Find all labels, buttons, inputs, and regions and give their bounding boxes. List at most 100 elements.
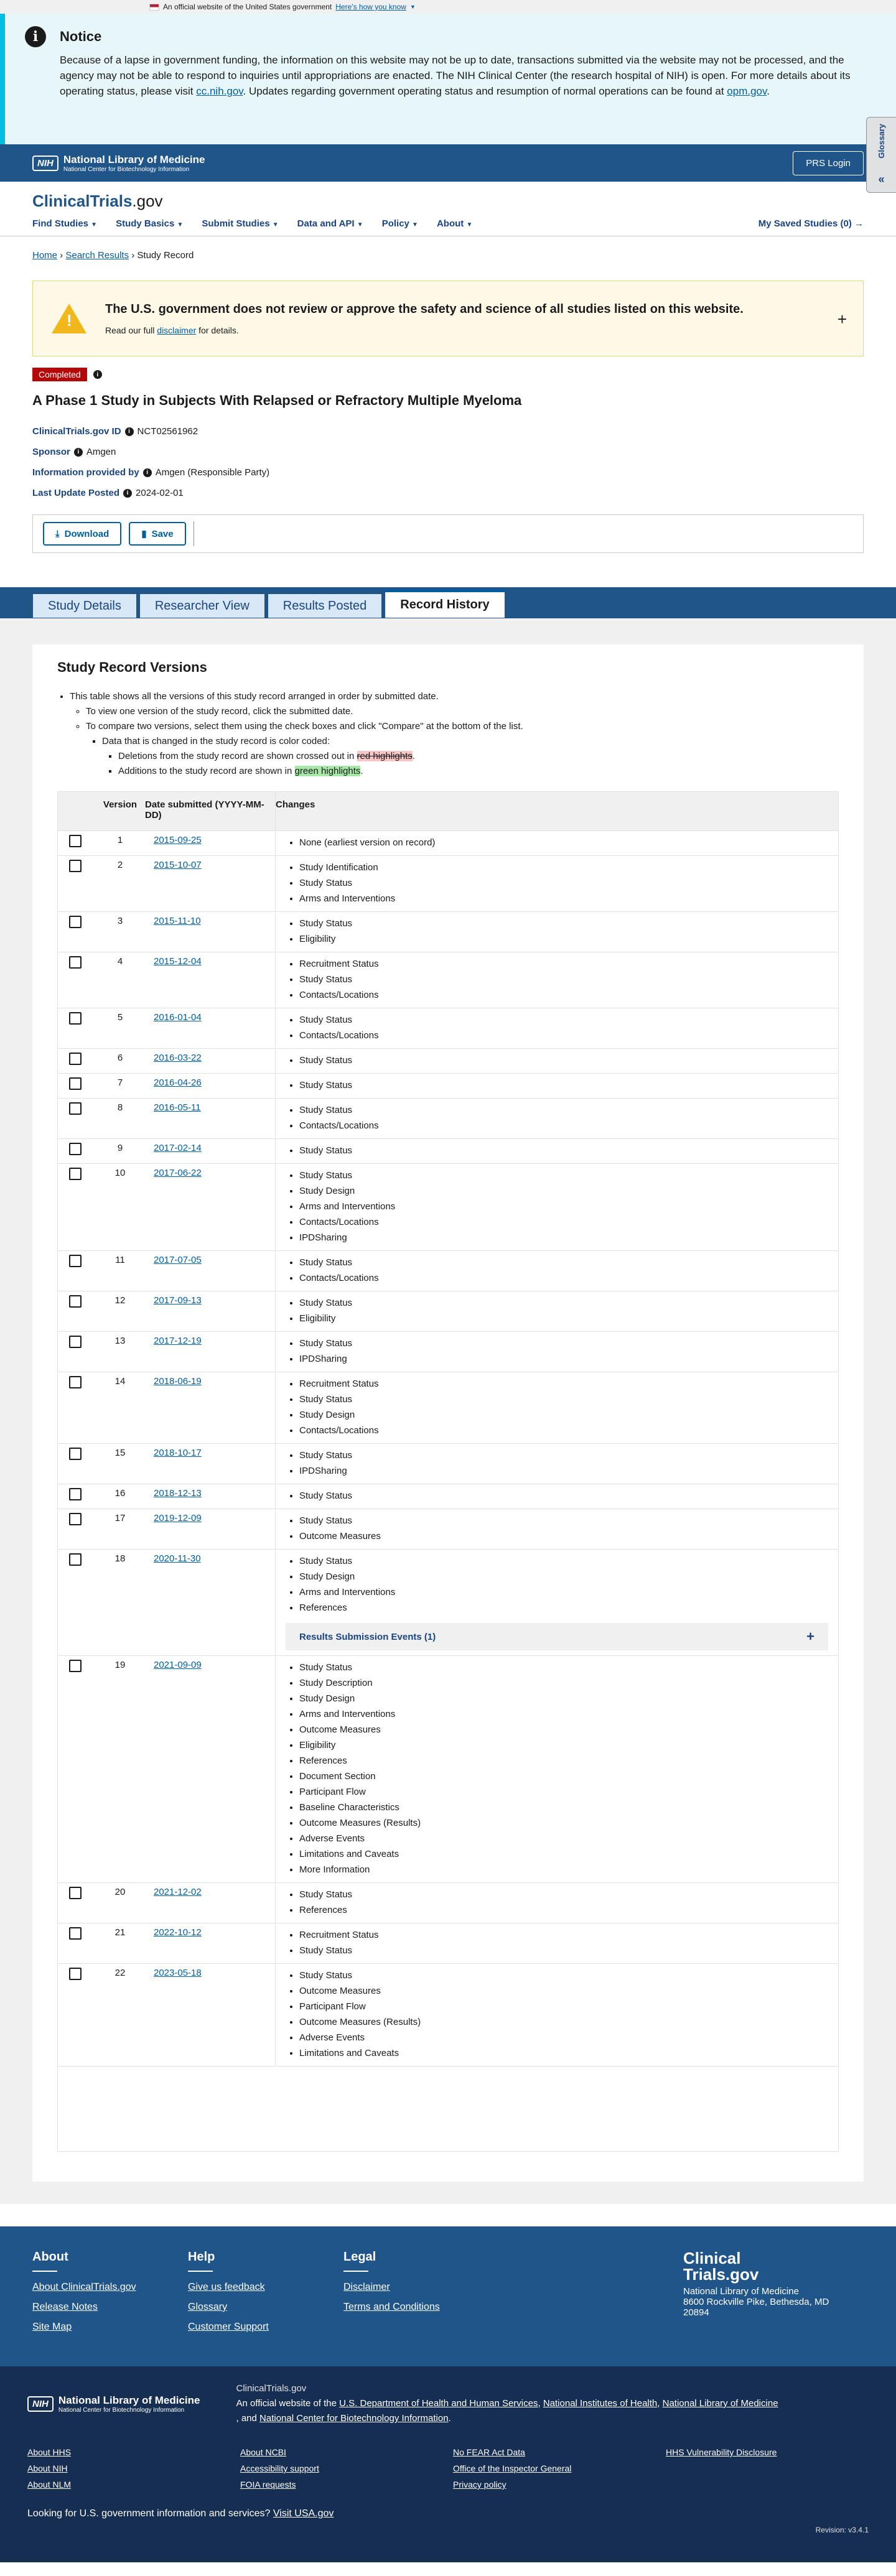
compare-checkbox[interactable] [69,1012,82,1025]
compare-checkbox[interactable] [69,860,82,872]
version-date-link[interactable]: 2016-04-26 [154,1077,202,1088]
agency-link[interactable]: Office of the Inspector General [453,2463,666,2473]
info-icon[interactable]: i [142,468,152,477]
version-date-link[interactable]: 2016-05-11 [154,1102,201,1113]
compare-checkbox[interactable] [69,1660,82,1672]
agency-link[interactable]: Accessibility support [240,2463,453,2473]
opm-link[interactable]: opm.gov [727,85,767,97]
results-submission-events[interactable]: Results Submission Events (1) + [286,1623,828,1650]
change-item: Participant Flow [299,1999,828,2014]
version-date-link[interactable]: 2022-10-12 [154,1927,202,1938]
compare-checkbox[interactable] [69,1168,82,1180]
compare-checkbox[interactable] [69,1513,82,1525]
nav-submit-studies[interactable]: Submit Studies ▼ [202,218,278,229]
tab-results-posted[interactable]: Results Posted [267,593,383,618]
agency-link[interactable]: About NCBI [240,2447,453,2457]
version-date-link[interactable]: 2018-10-17 [154,1448,202,1458]
compare-checkbox[interactable] [69,1448,82,1460]
footer-link[interactable]: About ClinicalTrials.gov [32,2282,188,2293]
tab-researcher-view[interactable]: Researcher View [139,593,265,618]
breadcrumb-home[interactable]: Home [32,250,57,261]
info-icon[interactable]: i [123,488,133,498]
compare-checkbox[interactable] [69,1295,82,1308]
save-button[interactable]: ▮ Save [129,522,186,546]
version-date-link[interactable]: 2016-03-22 [154,1053,202,1063]
compare-checkbox[interactable] [69,1255,82,1267]
tab-study-details[interactable]: Study Details [32,593,137,618]
usa-gov-link[interactable]: Visit USA.gov [273,2508,334,2519]
compare-checkbox[interactable] [69,835,82,847]
version-date-link[interactable]: 2017-02-14 [154,1143,202,1153]
breadcrumb-search-results[interactable]: Search Results [65,250,129,261]
footer-link[interactable]: Glossary [188,2302,343,2313]
nlm-link[interactable]: National Library of Medicine [663,2398,778,2409]
compare-checkbox[interactable] [69,1553,82,1566]
agency-link[interactable]: No FEAR Act Data [453,2447,666,2457]
version-date-link[interactable]: 2015-12-04 [154,956,202,967]
version-date-link[interactable]: 2017-07-05 [154,1255,202,1265]
footer-link[interactable]: Terms and Conditions [343,2302,499,2313]
footer-link[interactable]: Release Notes [32,2302,188,2313]
glossary-tab[interactable]: Glossary « [866,117,896,193]
ncbi-link[interactable]: National Center for Biotechnology Inform… [259,2413,449,2424]
compare-checkbox[interactable] [69,916,82,928]
nav-find-studies[interactable]: Find Studies ▼ [32,218,97,229]
info-icon[interactable]: i [124,427,134,436]
version-date-link[interactable]: 2015-09-25 [154,835,202,845]
compare-checkbox[interactable] [69,1488,82,1500]
version-date-link[interactable]: 2019-12-09 [154,1513,202,1523]
version-date-link[interactable]: 2015-11-10 [154,916,201,926]
version-date-link[interactable]: 2017-12-19 [154,1336,202,1346]
version-date-link[interactable]: 2015-10-07 [154,860,202,870]
version-date-link[interactable]: 2023-05-18 [154,1968,202,1978]
compare-checkbox[interactable] [69,956,82,969]
footer-link[interactable]: Disclaimer [343,2282,499,2293]
version-date-link[interactable]: 2021-12-02 [154,1887,202,1897]
agency-link[interactable]: About HHS [27,2447,240,2457]
tab-record-history[interactable]: Record History [385,590,505,618]
compare-checkbox[interactable] [69,1143,82,1155]
version-date-link[interactable]: 2018-06-19 [154,1376,202,1387]
info-icon[interactable]: i [73,447,83,457]
info-icon[interactable]: i [93,370,102,379]
version-date-link[interactable]: 2017-06-22 [154,1168,202,1178]
compare-checkbox[interactable] [69,1887,82,1899]
prs-login-button[interactable]: PRS Login [793,151,864,175]
disclaimer-link[interactable]: disclaimer [157,325,196,335]
download-button[interactable]: ⤓ Download [43,522,122,546]
nav-policy[interactable]: Policy ▼ [382,218,418,229]
nav-data-api[interactable]: Data and API ▼ [297,218,363,229]
change-item: Study Design [299,1183,828,1199]
agency-link[interactable]: About NLM [27,2480,240,2490]
compare-checkbox[interactable] [69,1053,82,1065]
saved-studies-link[interactable]: My Saved Studies (0) → [758,218,864,229]
expand-icon[interactable]: + [838,310,847,329]
nav-about[interactable]: About ▼ [437,218,472,229]
agency-link[interactable]: HHS Vulnerability Disclosure [666,2447,879,2457]
compare-checkbox[interactable] [69,1336,82,1348]
compare-checkbox[interactable] [69,1376,82,1388]
version-date-link[interactable]: 2021-09-09 [154,1660,202,1670]
heres-how-you-know-link[interactable]: Here's how you know [335,2,406,11]
agency-link[interactable]: Privacy policy [453,2480,666,2490]
nlm-logo[interactable]: NIH National Library of Medicine National… [32,154,205,173]
compare-checkbox[interactable] [69,1927,82,1940]
site-logo[interactable]: ClinicalTrials.gov [32,192,864,211]
footer-link[interactable]: Give us feedback [188,2282,343,2293]
footer-link[interactable]: Customer Support [188,2322,343,2333]
nav-study-basics[interactable]: Study Basics ▼ [116,218,183,229]
version-date-link[interactable]: 2020-11-30 [154,1553,201,1564]
hhs-link[interactable]: U.S. Department of Health and Human Serv… [339,2398,538,2409]
nlm-footer-logo[interactable]: NIH National Library of Medicine National… [27,2381,200,2426]
version-date-link[interactable]: 2017-09-13 [154,1295,202,1306]
agency-link[interactable]: FOIA requests [240,2480,453,2490]
agency-link[interactable]: About NIH [27,2463,240,2473]
cc-nih-link[interactable]: cc.nih.gov [196,85,243,97]
footer-link[interactable]: Site Map [32,2322,188,2333]
compare-checkbox[interactable] [69,1102,82,1115]
version-date-link[interactable]: 2016-01-04 [154,1012,202,1023]
compare-checkbox[interactable] [69,1968,82,1980]
version-date-link[interactable]: 2018-12-13 [154,1488,202,1499]
nih-link[interactable]: National Institutes of Health [543,2398,657,2409]
compare-checkbox[interactable] [69,1077,82,1090]
